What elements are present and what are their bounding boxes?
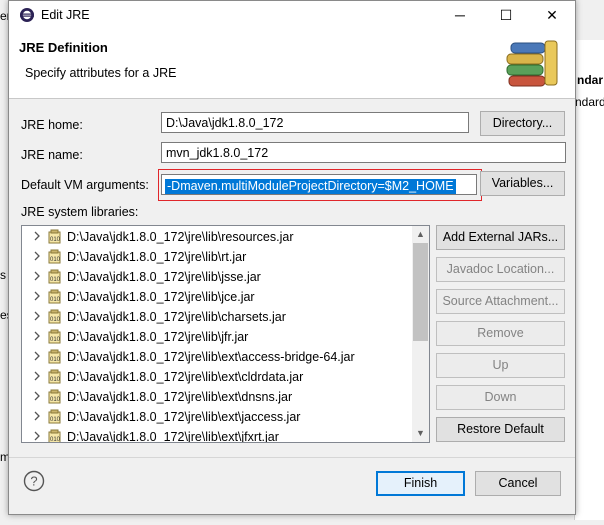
svg-text:010: 010 bbox=[50, 417, 61, 423]
expand-arrow-icon[interactable] bbox=[32, 371, 42, 381]
maximize-button[interactable]: ☐ bbox=[483, 1, 529, 29]
javadoc-location-button[interactable]: Javadoc Location... bbox=[436, 257, 565, 282]
library-row[interactable]: 010 D:\Java\jdk1.8.0_172\jre\lib\charsets… bbox=[22, 307, 410, 327]
jar-icon: 010 bbox=[48, 409, 61, 424]
expand-arrow-icon[interactable] bbox=[32, 351, 42, 361]
scroll-down-arrow-icon[interactable]: ▼ bbox=[412, 425, 429, 442]
jre-home-label: JRE home: bbox=[21, 118, 83, 132]
finish-button[interactable]: Finish bbox=[376, 471, 465, 496]
jar-icon: 010 bbox=[48, 289, 61, 304]
jar-icon: 010 bbox=[48, 369, 61, 384]
library-path: D:\Java\jdk1.8.0_172\jre\lib\resources.j… bbox=[67, 230, 294, 244]
library-row[interactable]: 010 D:\Java\jdk1.8.0_172\jre\lib\jce.jar bbox=[22, 287, 410, 307]
footer-separator bbox=[9, 457, 575, 458]
down-button[interactable]: Down bbox=[436, 385, 565, 410]
library-row[interactable]: 010 D:\Java\jdk1.8.0_172\jre\lib\jfr.jar bbox=[22, 327, 410, 347]
restore-default-button[interactable]: Restore Default bbox=[436, 417, 565, 442]
library-path: D:\Java\jdk1.8.0_172\jre\lib\ext\dnsns.j… bbox=[67, 390, 293, 404]
cancel-button[interactable]: Cancel bbox=[475, 471, 561, 496]
scrollbar-thumb[interactable] bbox=[413, 243, 428, 341]
source-attachment-button[interactable]: Source Attachment... bbox=[436, 289, 565, 314]
scroll-up-arrow-icon[interactable]: ▲ bbox=[412, 226, 429, 243]
expand-arrow-icon[interactable] bbox=[32, 431, 42, 441]
svg-text:010: 010 bbox=[50, 377, 61, 383]
jar-icon: 010 bbox=[48, 309, 61, 324]
library-path: D:\Java\jdk1.8.0_172\jre\lib\jce.jar bbox=[67, 290, 255, 304]
svg-text:010: 010 bbox=[50, 297, 61, 303]
system-libraries-list[interactable]: 010 D:\Java\jdk1.8.0_172\jre\lib\resource… bbox=[21, 225, 430, 443]
eclipse-icon bbox=[20, 8, 34, 22]
library-row[interactable]: 010 D:\Java\jdk1.8.0_172\jre\lib\ext\dnsn… bbox=[22, 387, 410, 407]
header-description: Specify attributes for a JRE bbox=[25, 66, 177, 80]
library-path: D:\Java\jdk1.8.0_172\jre\lib\rt.jar bbox=[67, 250, 247, 264]
expand-arrow-icon[interactable] bbox=[32, 231, 42, 241]
jar-icon: 010 bbox=[48, 429, 61, 443]
expand-arrow-icon[interactable] bbox=[32, 271, 42, 281]
remove-button[interactable]: Remove bbox=[436, 321, 565, 346]
svg-text:010: 010 bbox=[50, 337, 61, 343]
window-title: Edit JRE bbox=[41, 8, 90, 22]
svg-text:010: 010 bbox=[50, 397, 61, 403]
variables-button[interactable]: Variables... bbox=[480, 171, 565, 196]
title-bar: Edit JRE ─ ☐ ✕ bbox=[9, 1, 575, 29]
vertical-scrollbar[interactable]: ▲ ▼ bbox=[412, 226, 429, 442]
vm-arguments-field[interactable]: -Dmaven.multiModuleProjectDirectory=$M2_… bbox=[161, 174, 477, 195]
library-path: D:\Java\jdk1.8.0_172\jre\lib\ext\jaccess… bbox=[67, 410, 301, 424]
library-path: D:\Java\jdk1.8.0_172\jre\lib\ext\access-… bbox=[67, 350, 355, 364]
minimize-button[interactable]: ─ bbox=[437, 1, 483, 29]
directory-button[interactable]: Directory... bbox=[480, 111, 565, 136]
svg-text:?: ? bbox=[30, 474, 37, 489]
svg-text:010: 010 bbox=[50, 357, 61, 363]
bg-fragment: ndar bbox=[577, 73, 604, 87]
jar-icon: 010 bbox=[48, 389, 61, 404]
expand-arrow-icon[interactable] bbox=[32, 411, 42, 421]
svg-text:010: 010 bbox=[50, 237, 61, 243]
header-title: JRE Definition bbox=[19, 40, 108, 55]
jre-name-field[interactable]: mvn_jdk1.8.0_172 bbox=[161, 142, 566, 163]
svg-text:010: 010 bbox=[50, 437, 61, 443]
library-path: D:\Java\jdk1.8.0_172\jre\lib\ext\jfxrt.j… bbox=[67, 430, 279, 443]
jar-icon: 010 bbox=[48, 229, 61, 244]
expand-arrow-icon[interactable] bbox=[32, 331, 42, 341]
expand-arrow-icon[interactable] bbox=[32, 291, 42, 301]
library-row[interactable]: 010 D:\Java\jdk1.8.0_172\jre\lib\ext\cldr… bbox=[22, 367, 410, 387]
jar-icon: 010 bbox=[48, 349, 61, 364]
close-button[interactable]: ✕ bbox=[529, 1, 575, 29]
expand-arrow-icon[interactable] bbox=[32, 251, 42, 261]
jre-name-label: JRE name: bbox=[21, 148, 83, 162]
help-icon[interactable]: ? bbox=[23, 470, 45, 492]
jar-icon: 010 bbox=[48, 249, 61, 264]
add-external-jars-button[interactable]: Add External JARs... bbox=[436, 225, 565, 250]
expand-arrow-icon[interactable] bbox=[32, 311, 42, 321]
system-libraries-label: JRE system libraries: bbox=[21, 205, 139, 219]
library-row[interactable]: 010 D:\Java\jdk1.8.0_172\jre\lib\rt.jar bbox=[22, 247, 410, 267]
library-path: D:\Java\jdk1.8.0_172\jre\lib\charsets.ja… bbox=[67, 310, 286, 324]
jar-icon: 010 bbox=[48, 269, 61, 284]
edit-jre-dialog: Edit JRE ─ ☐ ✕ JRE Definition Specify at… bbox=[8, 0, 576, 515]
dialog-header: JRE Definition Specify attributes for a … bbox=[9, 29, 575, 99]
up-button[interactable]: Up bbox=[436, 353, 565, 378]
library-row[interactable]: 010 D:\Java\jdk1.8.0_172\jre\lib\ext\jacc… bbox=[22, 407, 410, 427]
library-path: D:\Java\jdk1.8.0_172\jre\lib\jfr.jar bbox=[67, 330, 249, 344]
svg-text:010: 010 bbox=[50, 317, 61, 323]
expand-arrow-icon[interactable] bbox=[32, 391, 42, 401]
vm-arguments-highlight: -Dmaven.multiModuleProjectDirectory=$M2_… bbox=[158, 169, 482, 201]
bg-right-panel: ndar ndard bbox=[574, 40, 604, 520]
library-row[interactable]: 010 D:\Java\jdk1.8.0_172\jre\lib\ext\jfxr… bbox=[22, 427, 410, 443]
bg-fragment: ndard bbox=[575, 95, 604, 109]
jre-home-field[interactable]: D:\Java\jdk1.8.0_172 bbox=[161, 112, 469, 133]
library-books-icon bbox=[506, 40, 558, 87]
library-row[interactable]: 010 D:\Java\jdk1.8.0_172\jre\lib\jsse.jar bbox=[22, 267, 410, 287]
vm-arguments-label: Default VM arguments: bbox=[21, 178, 149, 192]
jar-icon: 010 bbox=[48, 329, 61, 344]
vm-arguments-selected-text: -Dmaven.multiModuleProjectDirectory=$M2_… bbox=[165, 179, 456, 194]
library-path: D:\Java\jdk1.8.0_172\jre\lib\ext\cldrdat… bbox=[67, 370, 304, 384]
library-path: D:\Java\jdk1.8.0_172\jre\lib\jsse.jar bbox=[67, 270, 261, 284]
svg-text:010: 010 bbox=[50, 257, 61, 263]
svg-text:010: 010 bbox=[50, 277, 61, 283]
library-row[interactable]: 010 D:\Java\jdk1.8.0_172\jre\lib\ext\acce… bbox=[22, 347, 410, 367]
library-row[interactable]: 010 D:\Java\jdk1.8.0_172\jre\lib\resource… bbox=[22, 227, 410, 247]
bg-fragment: s bbox=[0, 268, 6, 282]
